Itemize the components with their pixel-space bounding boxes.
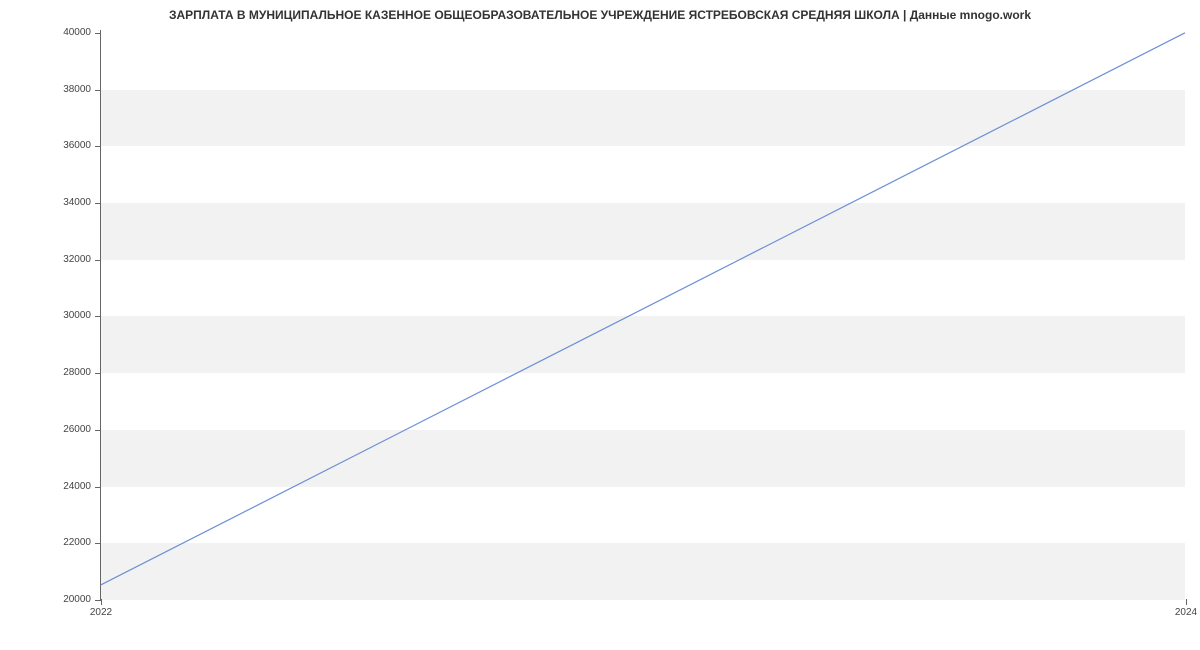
x-tick-label: 2022 [90, 607, 112, 618]
y-tick-label: 22000 [63, 537, 91, 548]
y-tick-label: 30000 [63, 310, 91, 321]
y-tick-mark [95, 33, 101, 34]
y-tick-mark [95, 543, 101, 544]
y-tick-label: 36000 [63, 140, 91, 151]
x-tick-mark [1186, 599, 1187, 605]
y-tick-mark [95, 203, 101, 204]
data-line [101, 33, 1185, 585]
x-tick-mark [101, 599, 102, 605]
y-tick-mark [95, 146, 101, 147]
y-tick-mark [95, 373, 101, 374]
y-tick-mark [95, 430, 101, 431]
y-tick-mark [95, 90, 101, 91]
y-tick-label: 40000 [63, 27, 91, 38]
y-tick-label: 20000 [63, 594, 91, 605]
plot-area: 2000022000240002600028000300003200034000… [100, 30, 1185, 600]
y-tick-label: 34000 [63, 197, 91, 208]
y-tick-label: 32000 [63, 254, 91, 265]
y-tick-mark [95, 487, 101, 488]
y-tick-label: 28000 [63, 367, 91, 378]
chart-title: ЗАРПЛАТА В МУНИЦИПАЛЬНОЕ КАЗЕННОЕ ОБЩЕОБ… [169, 8, 1031, 22]
y-tick-label: 38000 [63, 84, 91, 95]
line-svg [101, 30, 1185, 599]
y-tick-label: 26000 [63, 424, 91, 435]
y-tick-mark [95, 316, 101, 317]
y-tick-label: 24000 [63, 481, 91, 492]
x-tick-label: 2024 [1175, 607, 1197, 618]
y-tick-mark [95, 260, 101, 261]
